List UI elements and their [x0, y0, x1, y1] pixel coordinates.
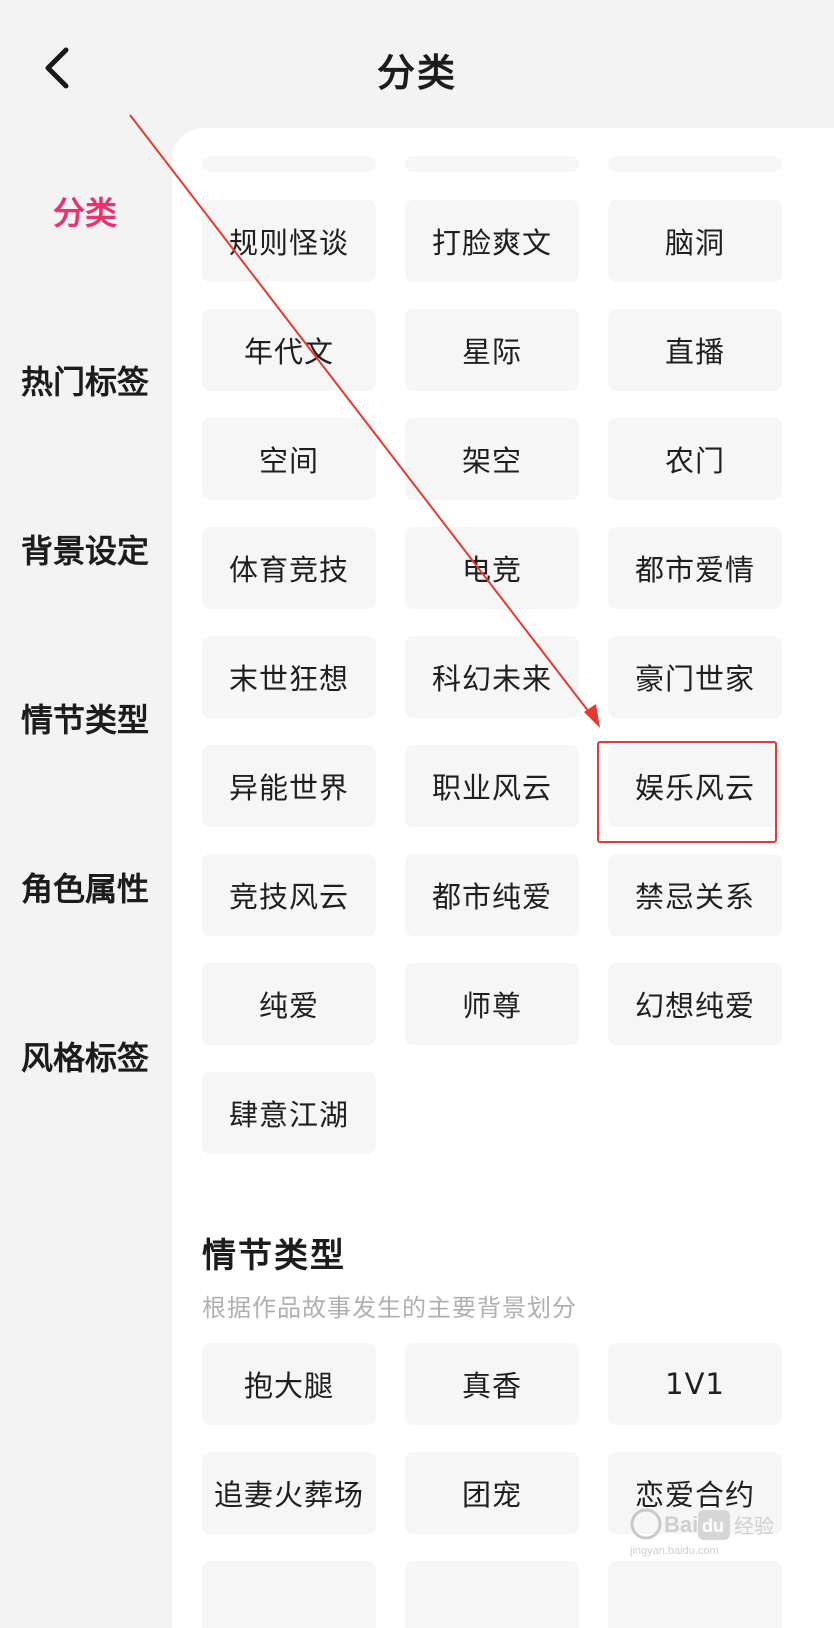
- sidebar-item-categories[interactable]: 分类: [0, 188, 170, 234]
- sidebar: 分类 热门标签 背景设定 情节类型 角色属性 风格标签: [0, 130, 170, 1600]
- section-description: 根据作品故事发生的主要背景划分: [202, 1294, 577, 1322]
- plot-chip[interactable]: 团宠: [405, 1452, 579, 1534]
- category-chip[interactable]: 科幻未来: [405, 636, 579, 718]
- category-chip[interactable]: 师尊: [405, 963, 579, 1045]
- category-chip[interactable]: 架空: [405, 418, 579, 500]
- category-chip-partial[interactable]: [608, 156, 782, 172]
- category-chip[interactable]: 都市爱情: [608, 527, 782, 609]
- section-title-plot-type: 情节类型: [202, 1236, 346, 1276]
- category-chip[interactable]: 体育竞技: [202, 527, 376, 609]
- plot-chip-partial[interactable]: [405, 1561, 579, 1628]
- category-chip[interactable]: 规则怪谈: [202, 200, 376, 282]
- plot-chip[interactable]: 1V1: [608, 1343, 782, 1425]
- category-chip[interactable]: 脑洞: [608, 200, 782, 282]
- category-chip[interactable]: 星际: [405, 309, 579, 391]
- category-chip[interactable]: 豪门世家: [608, 636, 782, 718]
- plot-chip[interactable]: 真香: [405, 1343, 579, 1425]
- category-chip[interactable]: 农门: [608, 418, 782, 500]
- category-chip[interactable]: 打脸爽文: [405, 200, 579, 282]
- plot-chip-partial[interactable]: [608, 1561, 782, 1628]
- category-chip[interactable]: 竞技风云: [202, 854, 376, 936]
- page-title: 分类: [376, 51, 457, 95]
- category-chip[interactable]: 末世狂想: [202, 636, 376, 718]
- content-panel: 规则怪谈 打脸爽文 脑洞 年代文 星际 直播 空间 架空 农门 体育竞技 电竞 …: [172, 128, 834, 1628]
- category-chip[interactable]: 都市纯爱: [405, 854, 579, 936]
- category-chip-partial[interactable]: [202, 156, 376, 172]
- plot-chip[interactable]: 恋爱合约: [608, 1452, 782, 1534]
- category-chip[interactable]: 纯爱: [202, 963, 376, 1045]
- category-chip[interactable]: 电竞: [405, 527, 579, 609]
- category-chip-partial[interactable]: [405, 156, 579, 172]
- category-chip[interactable]: 禁忌关系: [608, 854, 782, 936]
- plot-chip[interactable]: 追妻火葬场: [202, 1452, 376, 1534]
- header: 分类: [0, 0, 834, 130]
- sidebar-item-hot-tags[interactable]: 热门标签: [0, 357, 170, 403]
- category-chip[interactable]: 异能世界: [202, 745, 376, 827]
- category-chip[interactable]: 幻想纯爱: [608, 963, 782, 1045]
- category-chip[interactable]: 空间: [202, 418, 376, 500]
- category-chip-highlighted[interactable]: 娱乐风云: [608, 745, 782, 827]
- sidebar-item-background[interactable]: 背景设定: [0, 526, 170, 572]
- category-chip[interactable]: 职业风云: [405, 745, 579, 827]
- sidebar-item-plot-type[interactable]: 情节类型: [0, 695, 170, 741]
- plot-chip[interactable]: 抱大腿: [202, 1343, 376, 1425]
- plot-chip-partial[interactable]: [202, 1561, 376, 1628]
- category-chip[interactable]: 肆意江湖: [202, 1072, 376, 1154]
- category-chip[interactable]: 年代文: [202, 309, 376, 391]
- category-chip[interactable]: 直播: [608, 309, 782, 391]
- sidebar-item-character[interactable]: 角色属性: [0, 864, 170, 910]
- sidebar-item-style-tags[interactable]: 风格标签: [0, 1033, 170, 1079]
